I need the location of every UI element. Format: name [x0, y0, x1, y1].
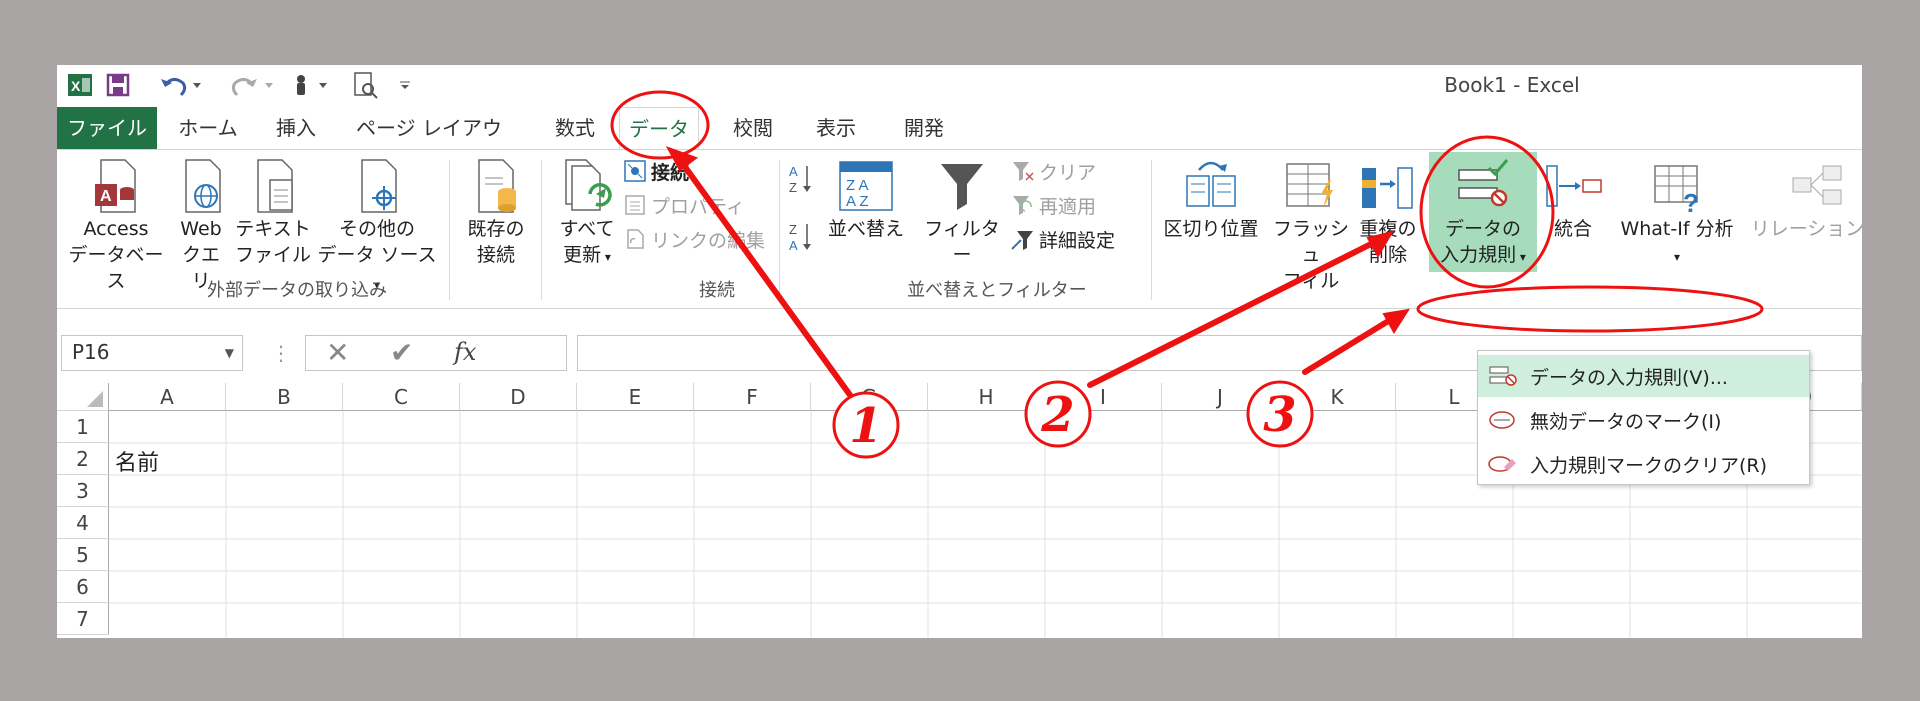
arrow-1: [677, 157, 853, 398]
arrowhead-3: [1382, 308, 1411, 334]
step-1-number: 1: [849, 398, 882, 454]
arrowhead-2: [1366, 230, 1395, 259]
step-2-number: 2: [1040, 387, 1074, 443]
annotation-overlay: 1 2 3: [610, 90, 1764, 459]
circle-validation-menu-item: [1416, 285, 1764, 333]
arrow-3: [1302, 317, 1393, 375]
circle-data-tab: [610, 90, 710, 160]
arrow-2: [1087, 239, 1378, 388]
circle-validation-button: [1419, 135, 1555, 289]
step-3-number: 3: [1263, 387, 1296, 443]
